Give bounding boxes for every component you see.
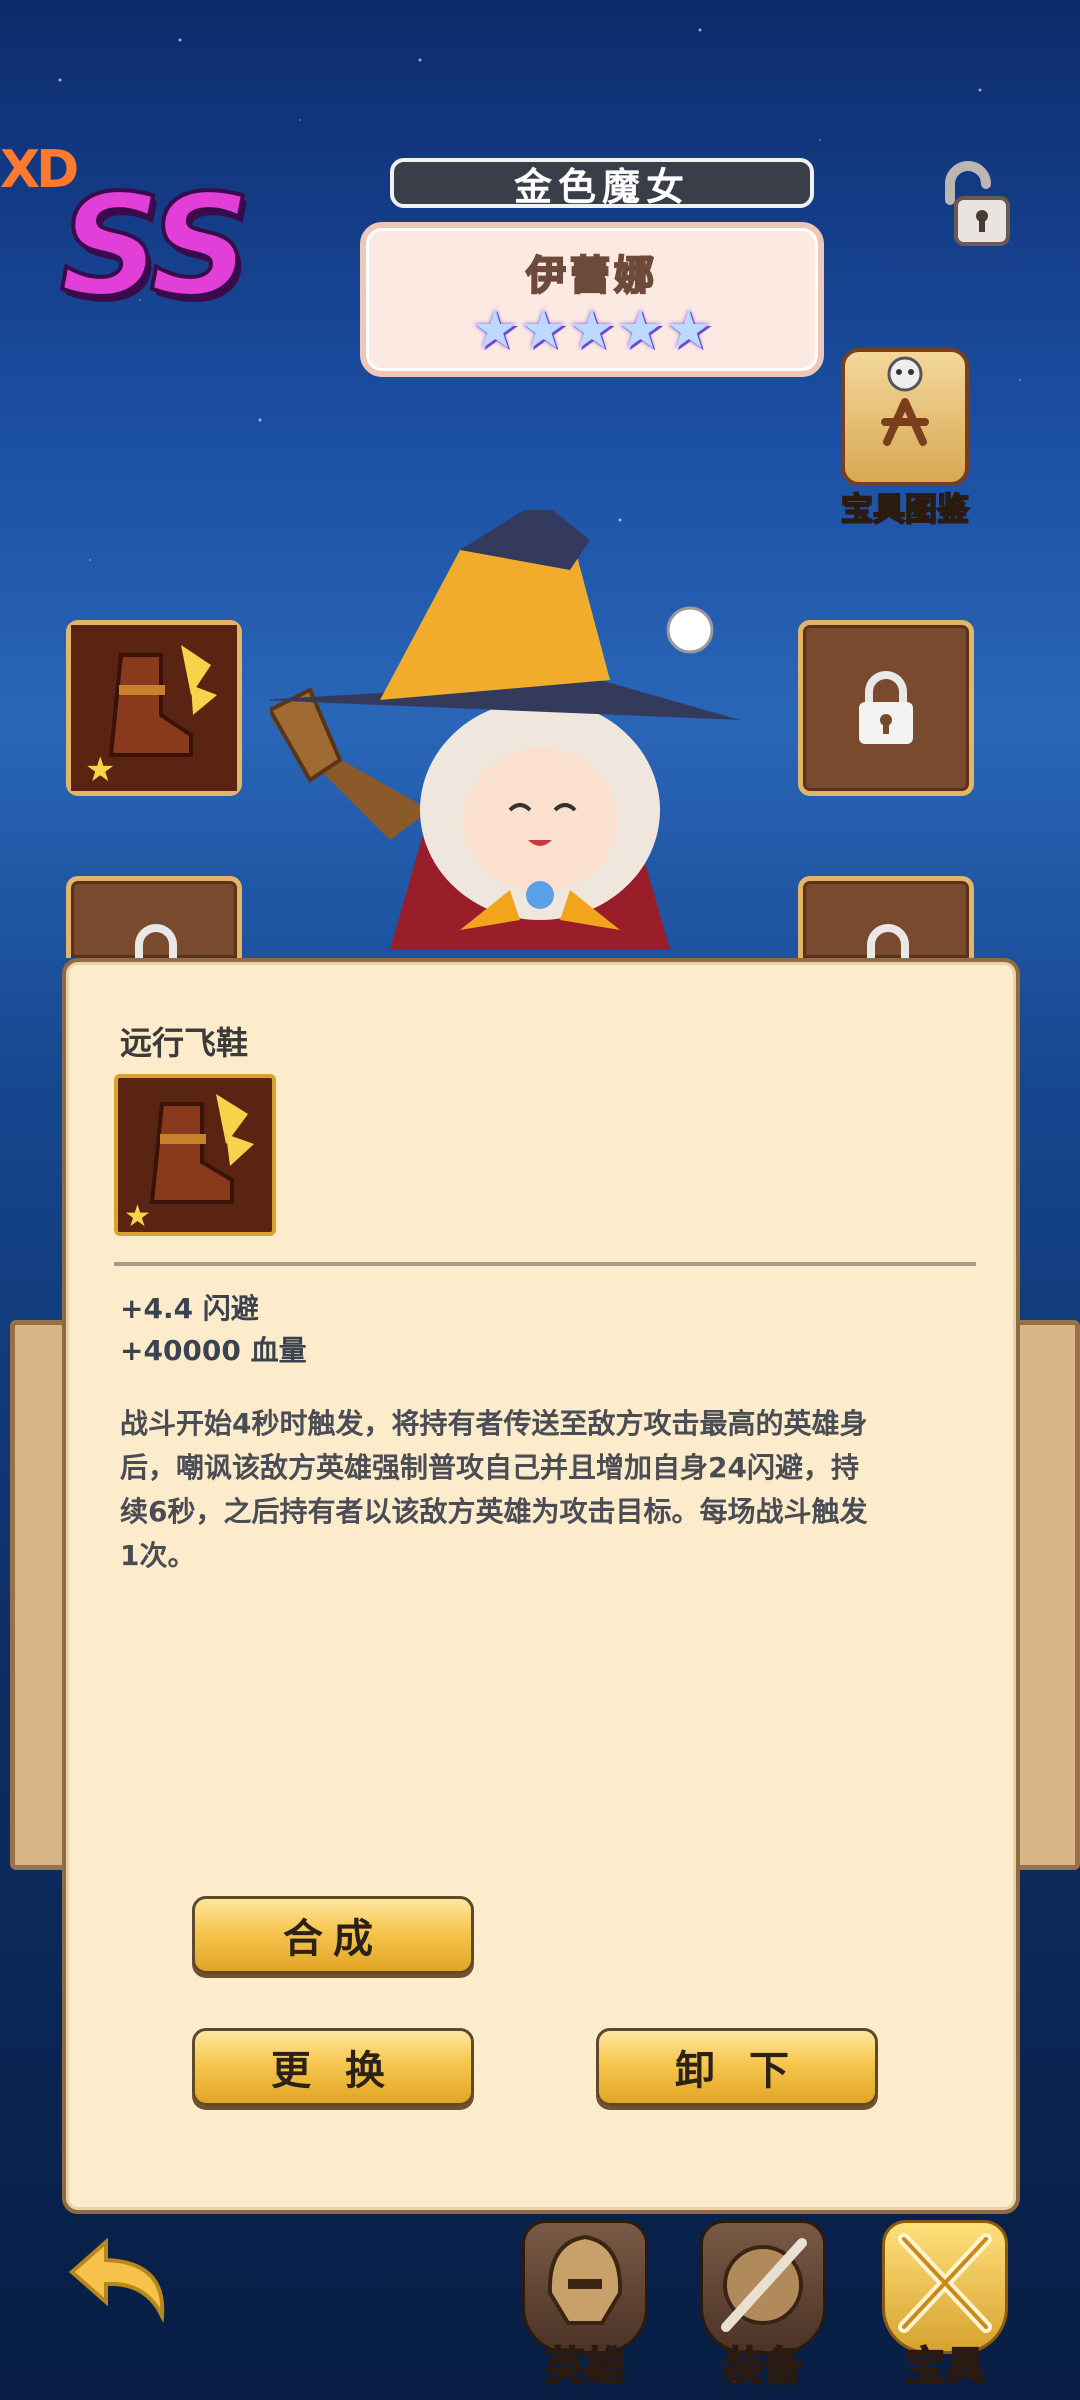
tab-label: 装备 (722, 2343, 804, 2391)
item-name: 远行飞鞋 (120, 1024, 249, 1062)
star-icon: ★ (519, 297, 568, 361)
lock-icon (859, 671, 913, 744)
item-description: 战斗开始4秒时触发，将持有者传送至敌方攻击最高的英雄身后，嘲讽该敌方英雄强制普攻… (120, 1407, 868, 1572)
codex-button[interactable]: 宝具图鉴 (830, 348, 980, 529)
svg-text:★: ★ (85, 750, 115, 790)
back-arrow-icon (68, 2237, 165, 2324)
equip-slot-boots[interactable]: ★ (66, 620, 242, 796)
stat-line: +4.4 闪避 (120, 1292, 259, 1325)
equip-slot-locked[interactable] (798, 620, 974, 796)
scroll-icon (841, 348, 969, 486)
equip-slot-locked[interactable] (66, 876, 242, 961)
tab-label: 英雄 (544, 2343, 626, 2391)
star-icon: ★ (470, 297, 520, 361)
star-icon: ★ (616, 297, 665, 361)
tab-label: 宝具 (904, 2343, 986, 2391)
hero-title: 金色魔女 (390, 158, 814, 209)
tab-hero[interactable]: 英雄 (520, 2220, 650, 2400)
divider (114, 1262, 976, 1266)
replace-button[interactable]: 更 换 (192, 2028, 474, 2106)
winged-boot-icon: ★ (114, 1074, 276, 1236)
hero-name: 伊蕾娜 (525, 252, 658, 300)
rank-badge: SS (58, 163, 253, 330)
item-stats: +4.4 闪避 +40000 血量 (120, 1288, 307, 1372)
star-rating: ★ ★ ★ ★ ★ (470, 297, 714, 361)
svg-text:★: ★ (124, 1199, 151, 1232)
hero-character (260, 500, 810, 950)
tab-treasure[interactable]: 宝具 (880, 2220, 1010, 2400)
equip-slot-locked[interactable] (798, 876, 974, 961)
tab-equipment[interactable]: 装备 (698, 2220, 828, 2400)
winged-boot-icon: ★ (71, 625, 237, 791)
unequip-button[interactable]: 卸 下 (596, 2028, 878, 2106)
stat-line: +40000 血量 (120, 1334, 307, 1367)
side-frame-right (1010, 1320, 1080, 1870)
star-icon: ★ (567, 297, 617, 361)
star-icon: ★ (664, 297, 714, 361)
unlock-icon[interactable] (928, 160, 1018, 250)
back-button[interactable] (66, 2232, 176, 2324)
codex-label: 宝具图鉴 (840, 489, 970, 529)
item-detail-dialog: 远行飞鞋 ★ +4.4 闪避 +40000 血量 战斗开始4秒时触发，将持有者传… (62, 958, 1020, 2214)
hero-name-plate: 伊蕾娜 ★ ★ ★ ★ ★ (360, 222, 824, 377)
combine-button[interactable]: 合成 (192, 1896, 474, 1974)
